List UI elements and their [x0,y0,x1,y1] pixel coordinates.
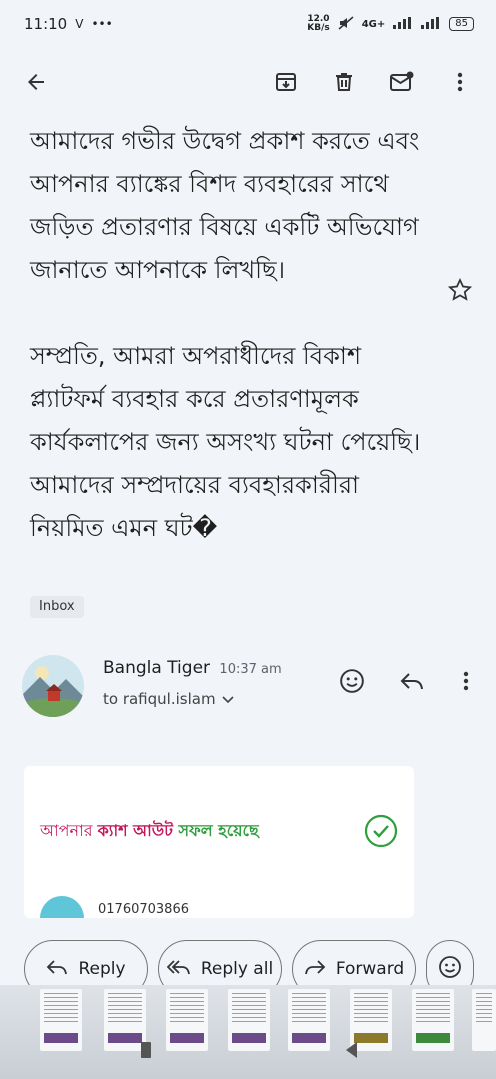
message-image-card[interactable]: আপনার ক্যাশ আউট সফল হয়েছে 01760703866 [24,766,414,918]
app-bar [0,48,496,116]
recipient-label: to rafiqul.islam [103,690,216,708]
forward-icon [304,959,326,980]
recent-thumbnail[interactable] [472,989,496,1051]
message-more-icon[interactable] [452,667,480,695]
reply-all-icon [166,959,191,980]
net-speed: 12.0 KB/s [307,14,330,33]
star-icon[interactable] [446,276,474,304]
chevron-down-icon [221,690,234,708]
notification-icon: ᐯ [75,17,84,31]
recent-thumbnail[interactable] [412,989,454,1051]
overflow-dots-icon: ••• [91,17,113,31]
recent-thumbnail[interactable] [40,989,82,1051]
nav-home-icon[interactable] [140,1041,152,1063]
emoji-icon [438,955,462,984]
sender-name[interactable]: Bangla Tiger [103,658,210,678]
label-chip-inbox[interactable]: Inbox [30,596,84,618]
mute-icon [338,15,354,33]
message-body: আমাদের গভীর উদ্বেগ প্রকাশ করতে এবং আপনার… [30,120,430,550]
recent-thumbnail[interactable] [228,989,270,1051]
message-paragraph-1: আমাদের গভীর উদ্বেগ প্রকাশ করতে এবং আপনার… [30,127,420,284]
archive-icon[interactable] [272,68,300,96]
sender-row: Bangla Tiger 10:37 am to rafiqul.islam [22,655,482,717]
recipient-details[interactable]: to rafiqul.islam [103,690,234,708]
card-headline: আপনার ক্যাশ আউট সফল হয়েছে [40,821,259,840]
more-vert-icon[interactable] [446,68,474,96]
status-time: 11:10 [24,15,68,33]
check-circle-icon [364,814,398,852]
reply-icon [46,959,68,980]
reply-icon[interactable] [398,667,426,695]
card-phone-number: 01760703866 [98,902,189,917]
sent-time: 10:37 am [219,662,282,677]
network-label: 4G+ [361,18,386,30]
arrow-left-icon[interactable] [22,68,50,96]
forward-button-label: Forward [335,959,405,979]
avatar[interactable] [22,655,84,717]
recent-thumbnail[interactable] [166,989,208,1051]
message-paragraph-2: সম্প্রতি, আমরা অপরাধীদের বিকাশ প্ল্যাটফর… [30,342,421,542]
trash-icon[interactable] [330,68,358,96]
signal-icon [393,16,413,32]
mail-unread-icon[interactable] [388,68,416,96]
reply-button-label: Reply [78,959,126,979]
nav-back-icon[interactable] [344,1041,358,1063]
add-reaction-icon[interactable] [338,667,366,695]
reply-all-button-label: Reply all [200,959,274,979]
signal-icon-2 [421,16,441,32]
status-bar: 11:10 ᐯ ••• 12.0 KB/s 4G+ 85 [0,0,496,48]
sender-info: Bangla Tiger 10:37 am [103,658,282,678]
recent-apps-strip [0,985,496,1079]
battery-icon: 85 [449,17,474,31]
recent-thumbnail[interactable] [288,989,330,1051]
wallet-icon [40,896,84,918]
